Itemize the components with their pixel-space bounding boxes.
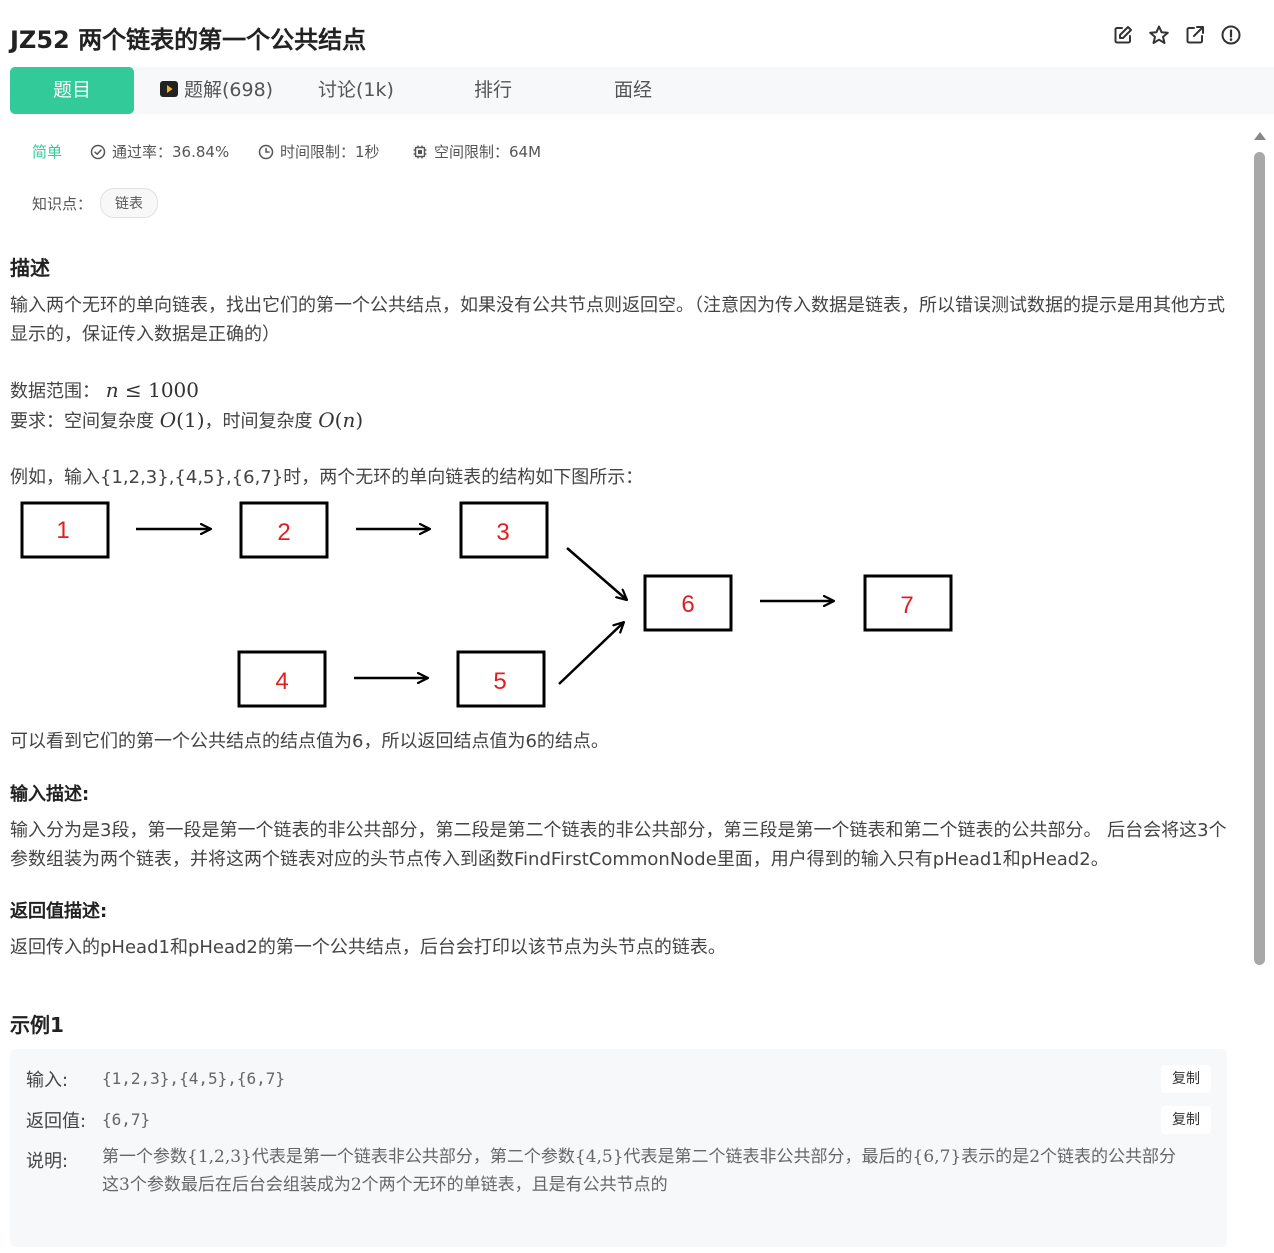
page-title: JZ52 两个链表的第一个公共结点 — [10, 26, 367, 54]
title-bar: JZ52 两个链表的第一个公共结点 — [0, 0, 1274, 68]
description-text: 输入两个无环的单向链表，找出它们的第一个公共结点，如果没有公共节点则返回空。（注… — [10, 295, 1225, 345]
big-o: O — [318, 408, 335, 432]
node-5: 5 — [456, 650, 546, 708]
chip-icon — [413, 145, 427, 158]
complexity-arg: 1 — [183, 408, 197, 432]
pass-rate: 通过率：36.84% — [90, 141, 229, 162]
node-label: 5 — [493, 668, 506, 695]
node-2: 2 — [239, 501, 329, 559]
example-note-line: 这3个参数最后在后台会组装成为2个两个无环的单链表，且是有公共节点的 — [102, 1175, 668, 1195]
space-limit: 空间限制：64M — [412, 141, 541, 162]
range-op: ≤ — [124, 378, 142, 402]
space-complexity: O(1) — [159, 408, 205, 432]
difficulty-badge: 简单 — [32, 141, 62, 162]
external-link-icon[interactable] — [1184, 24, 1206, 46]
input-desc-text: 输入分为是3段，第一段是第一个链表的非公共部分，第二段是第二个链表的非公共部分，… — [10, 820, 1227, 870]
space-limit-text: 空间限制：64M — [434, 143, 542, 161]
tab-label: 面经 — [614, 79, 653, 101]
range-label: 数据范围： — [10, 381, 100, 402]
pass-rate-text: 通过率：36.84% — [112, 143, 230, 161]
node-1: 1 — [20, 501, 110, 559]
example-output-value: {6,7} — [102, 1110, 151, 1129]
example-intro: 例如，输入{1,2,3},{4,5},{6,7}时，两个无环的单向链表的结构如下… — [10, 467, 644, 488]
example-heading: 示例1 — [10, 1013, 64, 1037]
check-circle-icon — [90, 144, 106, 159]
example-box: 输入: {1,2,3},{4,5},{6,7} 复制 返回值: {6,7} 复制… — [10, 1049, 1227, 1247]
node-label: 6 — [681, 591, 694, 618]
node-3: 3 — [459, 501, 549, 559]
scroll-up-arrow-icon[interactable] — [1254, 132, 1266, 140]
node-7: 7 — [863, 574, 953, 632]
tab-ranking[interactable]: 排行 — [474, 67, 512, 114]
description-heading: 描述 — [10, 256, 50, 280]
node-4: 4 — [237, 650, 327, 708]
tab-interview[interactable]: 面经 — [614, 67, 652, 114]
difficulty-label: 简单 — [32, 143, 63, 161]
clock-icon — [258, 144, 274, 159]
edit-icon[interactable] — [1112, 24, 1134, 46]
node-label: 2 — [277, 519, 290, 546]
tab-label: 题目 — [52, 79, 91, 101]
arrow-3-to-6 — [566, 547, 627, 600]
return-desc-heading: 返回值描述: — [10, 901, 108, 922]
range-value: 1000 — [148, 378, 200, 402]
title-actions — [1112, 24, 1242, 46]
complexity-requirement: 要求：空间复杂度 O(1)，时间复杂度 O(n) — [10, 406, 1230, 436]
scrollbar[interactable] — [1252, 128, 1267, 1253]
linked-list-diagram: 1 2 3 4 5 6 7 — [20, 501, 953, 708]
time-limit: 时间限制：1秒 — [258, 141, 380, 162]
big-o: O — [159, 408, 177, 432]
return-desc-text: 返回传入的pHead1和pHead2的第一个公共结点，后台会打印以该节点为头节点… — [10, 937, 726, 958]
tab-label: 题解(698) — [184, 79, 274, 101]
conclusion-text: 可以看到它们的第一个公共结点的结点值为6，所以返回结点值为6的结点。 — [10, 731, 609, 752]
req-separator: ，时间复杂度 — [204, 411, 313, 432]
star-icon[interactable] — [1148, 24, 1170, 46]
video-play-icon — [160, 81, 178, 97]
node-label: 3 — [496, 519, 509, 546]
node-label: 1 — [56, 517, 69, 544]
node-label: 4 — [275, 668, 288, 695]
example-input-label: 输入: — [26, 1070, 69, 1091]
tab-solutions[interactable]: 题解(698) — [160, 67, 273, 114]
copy-output-button[interactable]: 复制 — [1161, 1106, 1211, 1134]
example-output-label: 返回值: — [26, 1111, 87, 1132]
time-limit-text: 时间限制：1秒 — [280, 143, 380, 161]
complexity-arg: n — [342, 408, 356, 432]
knowledge-tag[interactable]: 链表 — [100, 188, 159, 218]
arrow-5-to-6 — [558, 622, 624, 685]
range-var: n — [105, 378, 119, 402]
input-desc-heading: 输入描述: — [10, 784, 90, 805]
range-formula: n ≤ 1000 — [106, 378, 199, 402]
example-note-label: 说明: — [26, 1151, 69, 1172]
node-label: 7 — [900, 592, 913, 619]
tab-discussion[interactable]: 讨论(1k) — [318, 67, 394, 114]
report-icon[interactable] — [1220, 24, 1242, 46]
scrollbar-thumb[interactable] — [1254, 152, 1265, 965]
tab-problem[interactable]: 题目 — [10, 67, 134, 114]
req-label: 要求：空间复杂度 — [10, 411, 154, 432]
example-note-line: 第一个参数{1,2,3}代表是第一个链表非公共部分，第二个参数{4,5}代表是第… — [102, 1147, 1177, 1167]
tab-label: 讨论(1k) — [318, 79, 394, 101]
copy-input-button[interactable]: 复制 — [1161, 1065, 1211, 1093]
tab-bar: 题目 题解(698) 讨论(1k) 排行 面经 — [10, 67, 1274, 114]
tab-label: 排行 — [474, 79, 513, 101]
data-range: 数据范围： n ≤ 1000 — [10, 376, 1230, 406]
knowledge-label: 知识点： — [32, 194, 93, 213]
node-6: 6 — [643, 574, 733, 632]
example-note: 第一个参数{1,2,3}代表是第一个链表非公共部分，第二个参数{4,5}代表是第… — [102, 1143, 1202, 1199]
example-input-value: {1,2,3},{4,5},{6,7} — [102, 1069, 286, 1088]
knowledge-points: 知识点： 链表 — [32, 188, 159, 218]
time-complexity: O(n) — [318, 408, 364, 432]
